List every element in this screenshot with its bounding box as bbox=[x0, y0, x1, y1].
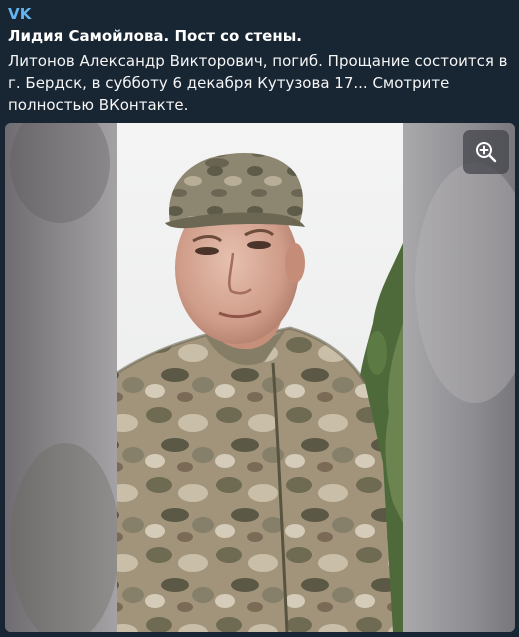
post-title: Лидия Самойлова. Пост со стены. bbox=[8, 27, 302, 45]
post-body: Литонов Александр Викторович, погиб. Про… bbox=[8, 52, 508, 114]
photo-image bbox=[5, 123, 515, 632]
zoom-in-icon bbox=[476, 142, 497, 163]
post-card: VK Лидия Самойлова. Пост со стены. Литон… bbox=[0, 0, 519, 637]
post-photo[interactable] bbox=[5, 123, 515, 632]
zoom-button[interactable] bbox=[463, 130, 509, 174]
source-link[interactable]: VK bbox=[8, 4, 32, 24]
